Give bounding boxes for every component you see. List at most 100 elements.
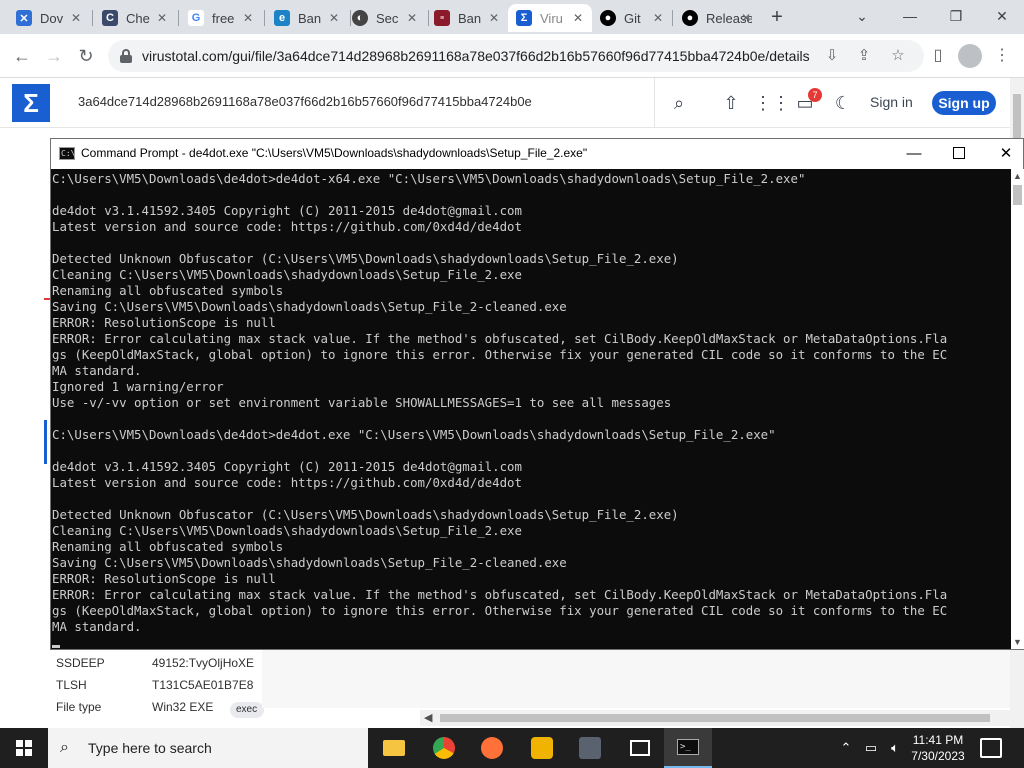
folder-icon: [383, 740, 405, 756]
tab-1[interactable]: C Che ✕: [94, 4, 176, 32]
console-scrollbar[interactable]: ▲ ▼: [1011, 169, 1024, 649]
cmd-close-button[interactable]: ✕: [983, 139, 1024, 169]
horizontal-scrollbar[interactable]: ◀: [420, 710, 1010, 726]
console-line: Use -v/-vv option or set environment var…: [52, 395, 672, 410]
chevron-up-icon[interactable]: ⌃: [836, 728, 856, 768]
close-icon[interactable]: ✕: [68, 10, 84, 26]
close-window-button[interactable]: ✕: [982, 4, 1022, 28]
close-icon[interactable]: ✕: [154, 10, 170, 26]
volume-icon[interactable]: 🔈︎: [884, 728, 906, 768]
virustotal-logo[interactable]: Σ: [12, 84, 50, 122]
share-icon[interactable]: ⇪: [854, 46, 874, 66]
sign-up-button[interactable]: Sign up: [932, 91, 996, 115]
dark-mode-moon-icon[interactable]: ☾: [832, 92, 854, 114]
command-prompt-window[interactable]: C:\ Command Prompt - de4dot.exe "C:\User…: [50, 138, 1024, 650]
console-line: ERROR: Error calculating max stack value…: [52, 587, 948, 602]
tab-6-active[interactable]: Σ Viru ✕: [508, 4, 592, 32]
tab-3[interactable]: e Ban ✕: [266, 4, 348, 32]
chrome-app[interactable]: [420, 728, 468, 768]
browser-tab-strip: ✕ Dov ✕ C Che ✕ G free ✕ e Ban ✕ ◐ Sec ✕: [0, 0, 1024, 34]
scroll-up-icon[interactable]: ▲: [1011, 169, 1024, 183]
taskbar-search[interactable]: ⌕ Type here to search: [48, 728, 368, 768]
clock-date: 7/30/2023: [911, 749, 965, 763]
browser-toolbar: ← → ↻ virustotal.com/gui/file/3a64dce714…: [0, 34, 1024, 78]
forward-button[interactable]: →: [42, 44, 66, 68]
firefox-icon: [481, 737, 503, 759]
console-line: Cleaning C:\Users\VM5\Downloads\shadydow…: [52, 523, 522, 538]
console-line: Detected Unknown Obfuscator (C:\Users\VM…: [52, 507, 679, 522]
file-explorer-app[interactable]: [370, 728, 418, 768]
clock-time: 11:41 PM: [912, 733, 964, 747]
sign-in-link[interactable]: Sign in: [870, 94, 913, 110]
search-icon: ⌕: [60, 739, 69, 756]
close-icon[interactable]: ✕: [326, 10, 342, 26]
selection-accent: [44, 420, 47, 464]
terminal-app[interactable]: [566, 728, 614, 768]
close-icon[interactable]: ✕: [738, 10, 754, 26]
malware-site-icon: ✕: [16, 10, 32, 26]
console-line: de4dot v3.1.41592.3405 Copyright (C) 201…: [52, 459, 522, 474]
tab-0[interactable]: ✕ Dov ✕: [8, 4, 90, 32]
task-view-icon: [630, 740, 650, 756]
reload-button[interactable]: ↻: [74, 44, 98, 68]
network-icon[interactable]: ▭: [860, 728, 882, 768]
bookmark-star-icon[interactable]: ☆: [888, 46, 908, 66]
start-button[interactable]: [0, 728, 48, 768]
restore-button[interactable]: ❐: [936, 4, 976, 28]
install-icon[interactable]: ⇩: [822, 46, 842, 66]
close-icon[interactable]: ✕: [240, 10, 256, 26]
scroll-down-icon[interactable]: ▼: [1011, 635, 1024, 649]
firefox-app[interactable]: [468, 728, 516, 768]
cmd-minimize-button[interactable]: —: [891, 139, 937, 169]
console-line: Detected Unknown Obfuscator (C:\Users\VM…: [52, 251, 679, 266]
console-line: MA standard.: [52, 363, 142, 378]
notification-center-icon[interactable]: [980, 738, 1002, 758]
tab-5[interactable]: ≡ Ban ✕: [426, 4, 508, 32]
close-icon[interactable]: ✕: [570, 10, 586, 26]
apps-grid-icon[interactable]: ⋮⋮: [754, 92, 790, 114]
tab-8[interactable]: ● Release ✕: [674, 4, 760, 32]
console-output[interactable]: C:\Users\VM5\Downloads\de4dot>de4dot-x64…: [51, 169, 1009, 649]
windows-taskbar: ⌕ Type here to search >_ ⌃ ▭ 🔈︎ 11:41 PM…: [0, 728, 1024, 768]
chevron-down-icon[interactable]: ⌄: [842, 4, 882, 28]
tab-label: Ban: [298, 10, 322, 26]
address-bar[interactable]: virustotal.com/gui/file/3a64dce714d28968…: [108, 40, 924, 72]
command-prompt-app[interactable]: >_: [664, 728, 712, 768]
virustotal-header: Σ 3a64dce714d28968b2691168a78e037f66d2b1…: [0, 78, 1010, 128]
menu-kebab-icon[interactable]: ⋮: [990, 44, 1014, 68]
desktop: ✕ Dov ✕ C Che ✕ G free ✕ e Ban ✕ ◐ Sec ✕: [0, 0, 1024, 768]
back-button[interactable]: ←: [10, 44, 34, 68]
minimize-button[interactable]: —: [890, 4, 930, 28]
cmd-titlebar[interactable]: C:\ Command Prompt - de4dot.exe "C:\User…: [51, 139, 1023, 169]
tab-4[interactable]: ◐ Sec ✕: [344, 4, 426, 32]
console-line: Ignored 1 warning/error: [52, 379, 224, 394]
close-icon[interactable]: ✕: [650, 10, 666, 26]
tab-label: Dov: [40, 10, 64, 26]
tab-7[interactable]: ● Git ✕: [592, 4, 672, 32]
chrome-icon: [433, 737, 455, 759]
taskbar-clock[interactable]: 11:41 PM 7/30/2023: [904, 732, 972, 764]
console-line: ERROR: Error calculating max stack value…: [52, 331, 948, 346]
details-side-panel: [262, 648, 1010, 708]
close-icon[interactable]: ✕: [486, 10, 502, 26]
taskbar-search-placeholder: Type here to search: [88, 740, 212, 756]
console-line: C:\Users\VM5\Downloads\de4dot>de4dot.exe…: [52, 427, 776, 442]
side-panel-icon[interactable]: ▯: [926, 44, 950, 68]
profile-avatar[interactable]: [958, 44, 982, 68]
url-text[interactable]: virustotal.com/gui/file/3a64dce714d28968…: [142, 48, 822, 64]
upload-icon[interactable]: ⇧: [720, 92, 742, 114]
search-icon[interactable]: ⌕: [668, 92, 690, 114]
task-view-button[interactable]: [616, 728, 664, 768]
cmd-window-title: Command Prompt - de4dot.exe "C:\Users\VM…: [81, 146, 588, 160]
vt-search-input[interactable]: 3a64dce714d28968b2691168a78e037f66d2b16b…: [78, 94, 638, 109]
console-cursor: [52, 645, 60, 648]
tab-label: Sec: [376, 10, 399, 26]
new-tab-button[interactable]: +: [766, 6, 788, 28]
tab-2[interactable]: G free ✕: [180, 4, 262, 32]
tab-label: free: [212, 10, 235, 26]
brave-app[interactable]: [518, 728, 566, 768]
scroll-left-icon[interactable]: ◀: [424, 710, 432, 726]
close-icon[interactable]: ✕: [404, 10, 420, 26]
console-line: C:\Users\VM5\Downloads\de4dot>de4dot-x64…: [52, 171, 806, 186]
